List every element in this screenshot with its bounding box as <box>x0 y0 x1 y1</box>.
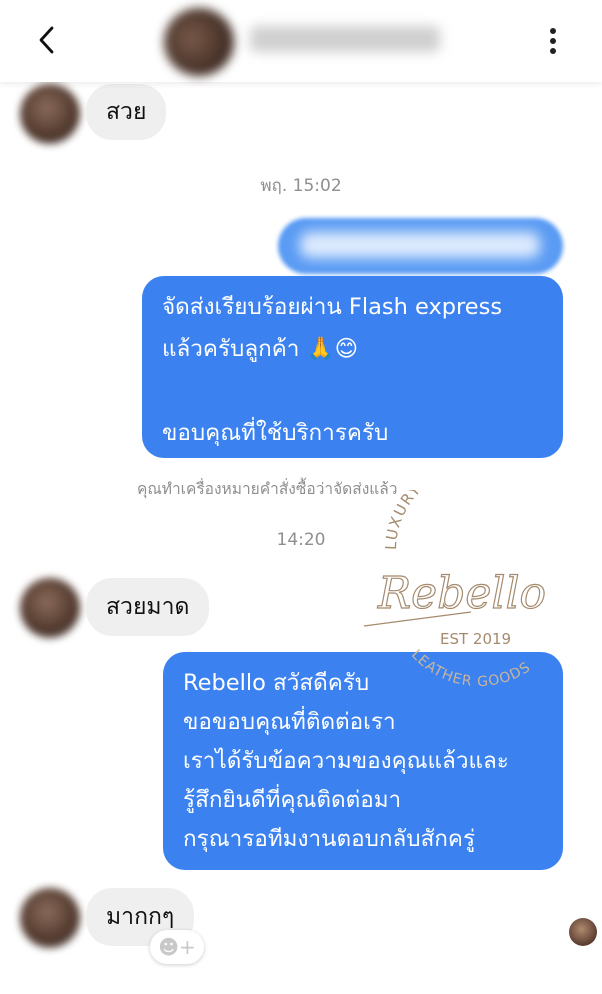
incoming-message[interactable]: สวย <box>86 84 167 140</box>
contact-avatar[interactable] <box>164 8 234 76</box>
sender-avatar <box>20 888 80 948</box>
message-line: Rebello สวัสดีครับ <box>183 670 370 696</box>
message-line: ขอขอบคุณที่ติดต่อเรา <box>183 709 396 735</box>
watermark-est: EST 2019 <box>440 630 511 648</box>
more-vertical-icon[interactable] <box>540 24 566 58</box>
reaction-label: ☻+ <box>158 935 196 959</box>
back-chevron-icon[interactable] <box>28 18 68 62</box>
seen-avatar <box>569 918 597 946</box>
outgoing-message-blurred[interactable] <box>278 218 563 274</box>
message-text: สวย <box>106 99 147 125</box>
sender-avatar <box>20 578 80 638</box>
message-line: จัดส่งเรียบร้อยผ่าน Flash express <box>162 294 503 320</box>
message-line: แล้วครับลูกค้า 🙏😊 <box>162 336 359 362</box>
timestamp: พฤ. 15:02 <box>260 176 342 196</box>
message-line: กรุณารอทีมงานตอบกลับสักครู่ <box>183 826 476 852</box>
message-line: รู้สึกยินดีที่คุณติดต่อมา <box>183 787 402 813</box>
outgoing-message[interactable]: จัดส่งเรียบร้อยผ่าน Flash express แล้วคร… <box>142 276 563 458</box>
watermark-script: Rebello <box>377 568 546 619</box>
contact-name-blurred[interactable] <box>250 26 440 52</box>
sender-avatar <box>20 84 80 144</box>
incoming-message[interactable]: สวยมาด <box>86 578 210 636</box>
message-line: ขอบคุณที่ใช้บริการครับ <box>162 420 389 446</box>
message-line <box>162 370 543 412</box>
message-line: เราได้รับข้อความของคุณแล้วและ <box>183 748 509 774</box>
order-shipped-note: คุณทำเครื่องหมายคำสั่งซื้อว่าจัดส่งแล้ว <box>137 480 398 498</box>
message-text: สวยมาด <box>106 594 190 620</box>
emoji-add-icon[interactable]: ☻+ <box>150 930 204 964</box>
chat-header <box>0 0 602 82</box>
outgoing-message[interactable]: Rebello สวัสดีครับ ขอขอบคุณที่ติดต่อเรา … <box>163 652 563 870</box>
timestamp: 14:20 <box>276 530 326 550</box>
